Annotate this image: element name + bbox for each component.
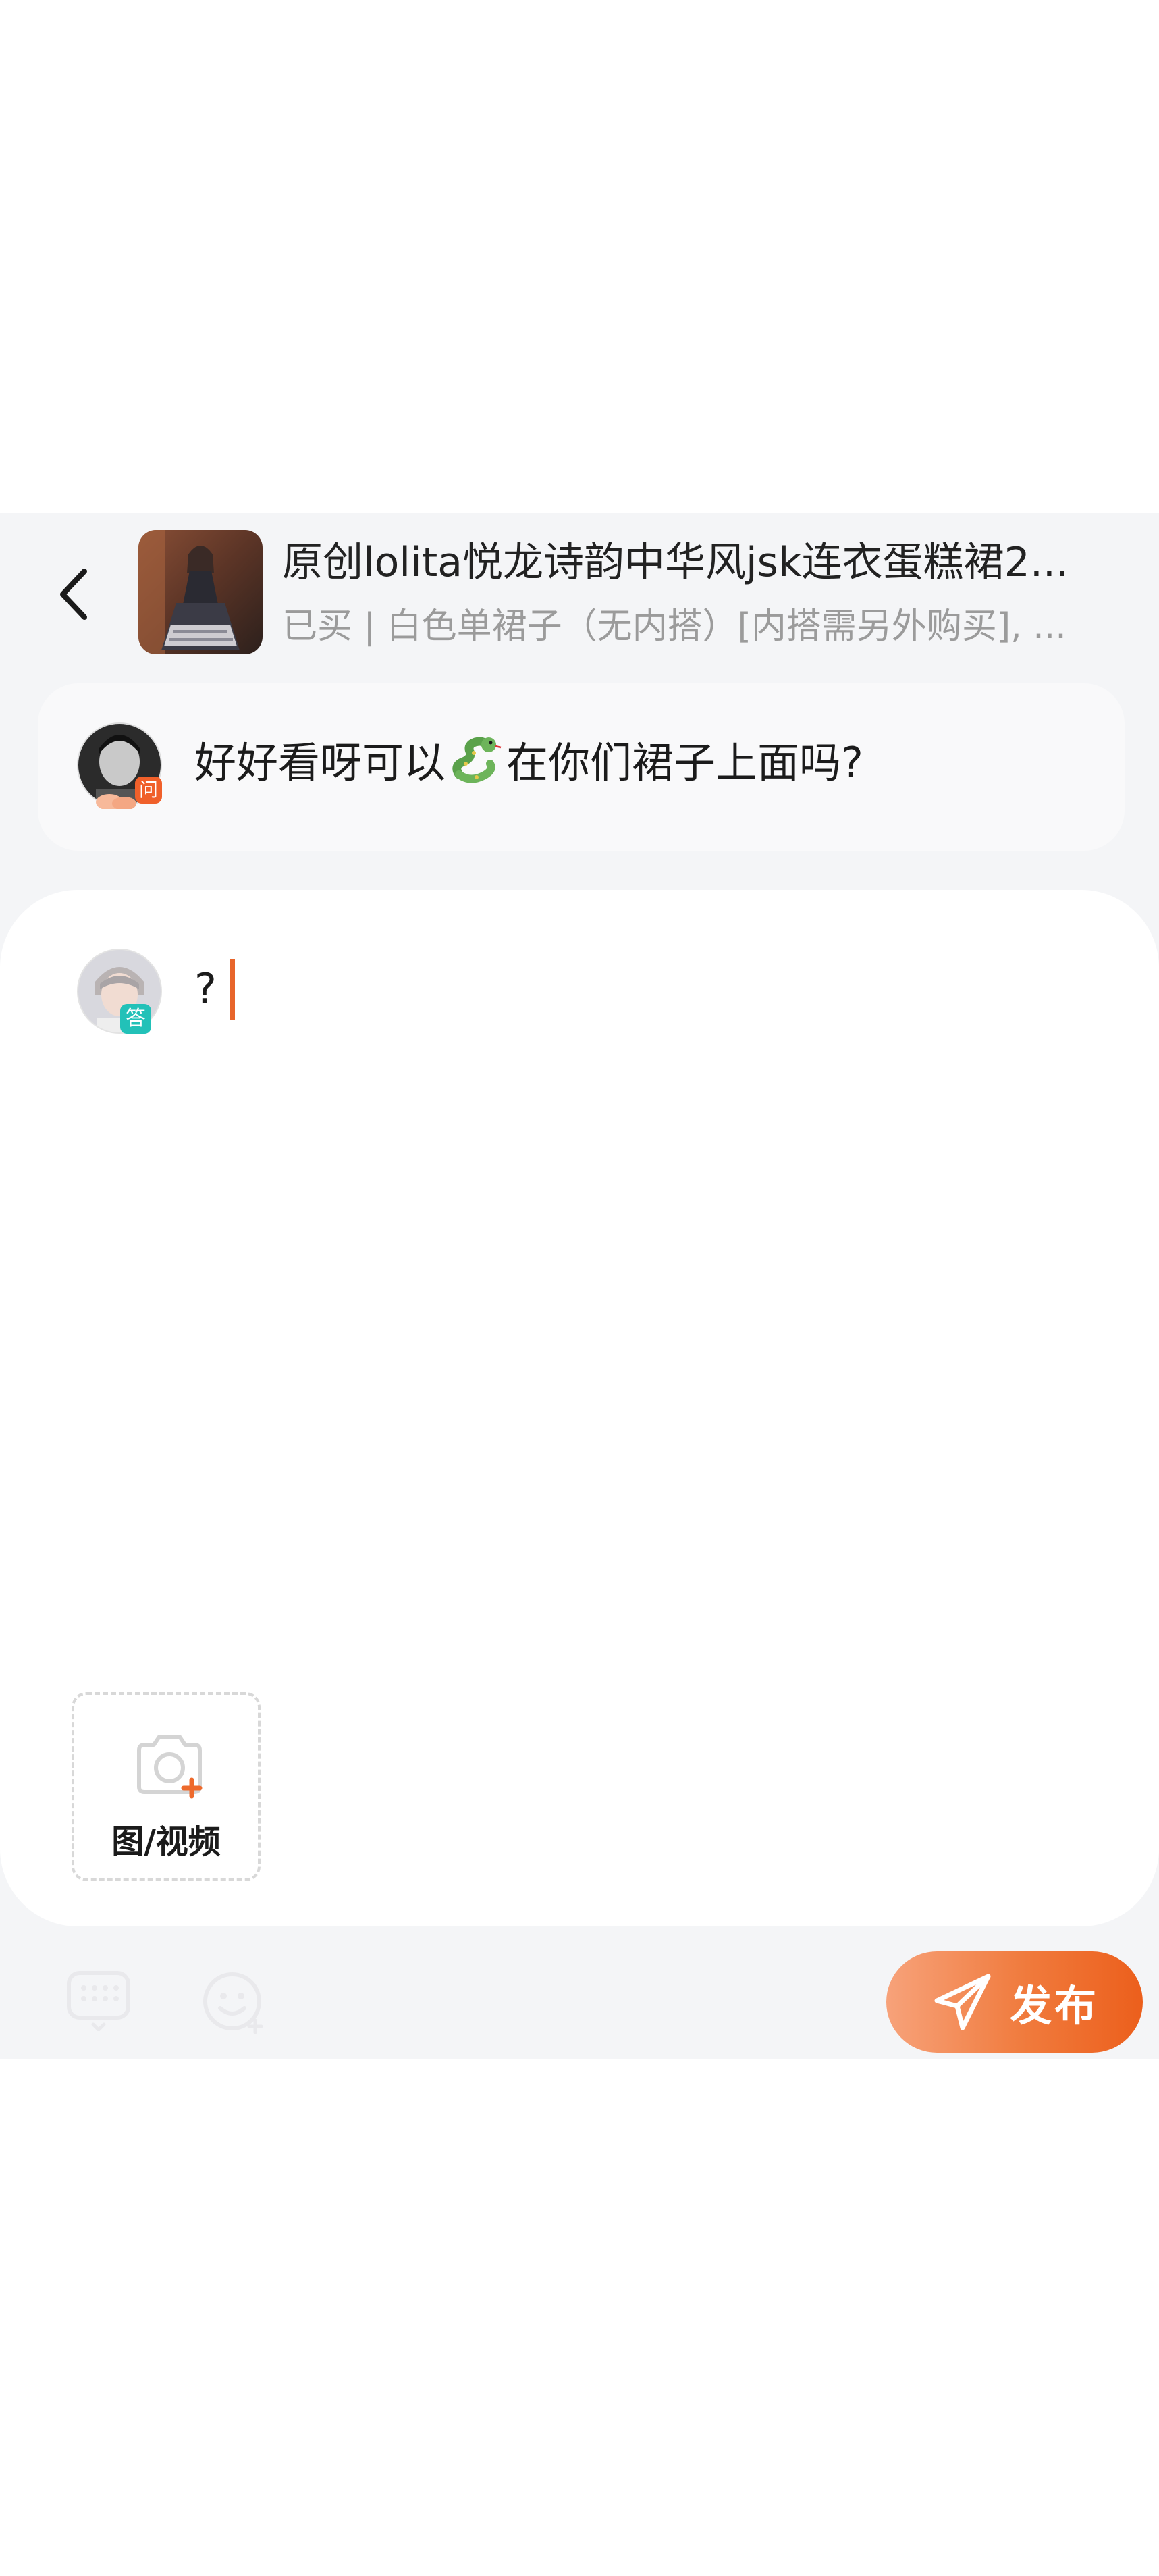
upload-label: 图/视频 — [111, 1823, 221, 1861]
send-plane-icon — [934, 1974, 991, 2030]
question-avatar: 问 — [76, 721, 163, 810]
keyboard-icon — [67, 1971, 130, 2032]
product-title[interactable]: 原创lolita悦龙诗韵中华风jsk连衣蛋糕裙2... — [282, 533, 1092, 592]
answer-input-value: ? — [194, 964, 217, 1014]
question-text-after: 在你们裙子上面吗? — [506, 738, 863, 787]
publish-label: 发布 — [1009, 1981, 1099, 2030]
screen: 原创lolita悦龙诗韵中华风jsk连衣蛋糕裙2... 已买 | 白色单裙子（无… — [0, 0, 1159, 2576]
answer-input[interactable]: ? — [194, 955, 1092, 1023]
back-button[interactable] — [47, 560, 101, 628]
product-spec: 已买 | 白色单裙子（无内搭）[内搭需另外购买], ... — [282, 606, 1067, 647]
question-text-before: 好好看呀可以 — [194, 738, 446, 787]
keyboard-button[interactable] — [66, 1966, 131, 2032]
upload-media-button[interactable]: 图/视频 — [72, 1692, 261, 1881]
user-avatar: 答 — [77, 949, 162, 1034]
dress-photo-thumbnail — [138, 530, 263, 654]
camera-plus-icon — [137, 1735, 203, 1799]
publish-button[interactable]: 发布 — [886, 1951, 1143, 2053]
question-text: 好好看呀可以 在你们裙子上面吗? — [194, 733, 863, 793]
product-thumbnail[interactable] — [138, 530, 263, 654]
chevron-left-icon — [60, 569, 87, 620]
user-avatar: 问 — [77, 722, 162, 810]
answer-avatar: 答 — [76, 947, 163, 1035]
text-caret — [230, 959, 235, 1020]
snake-emoji-icon — [452, 737, 502, 783]
answer-badge: 答 — [126, 1007, 146, 1030]
question-badge: 问 — [139, 779, 158, 801]
emoji-button[interactable] — [201, 1968, 269, 2035]
emoji-face-icon — [203, 1972, 263, 2034]
